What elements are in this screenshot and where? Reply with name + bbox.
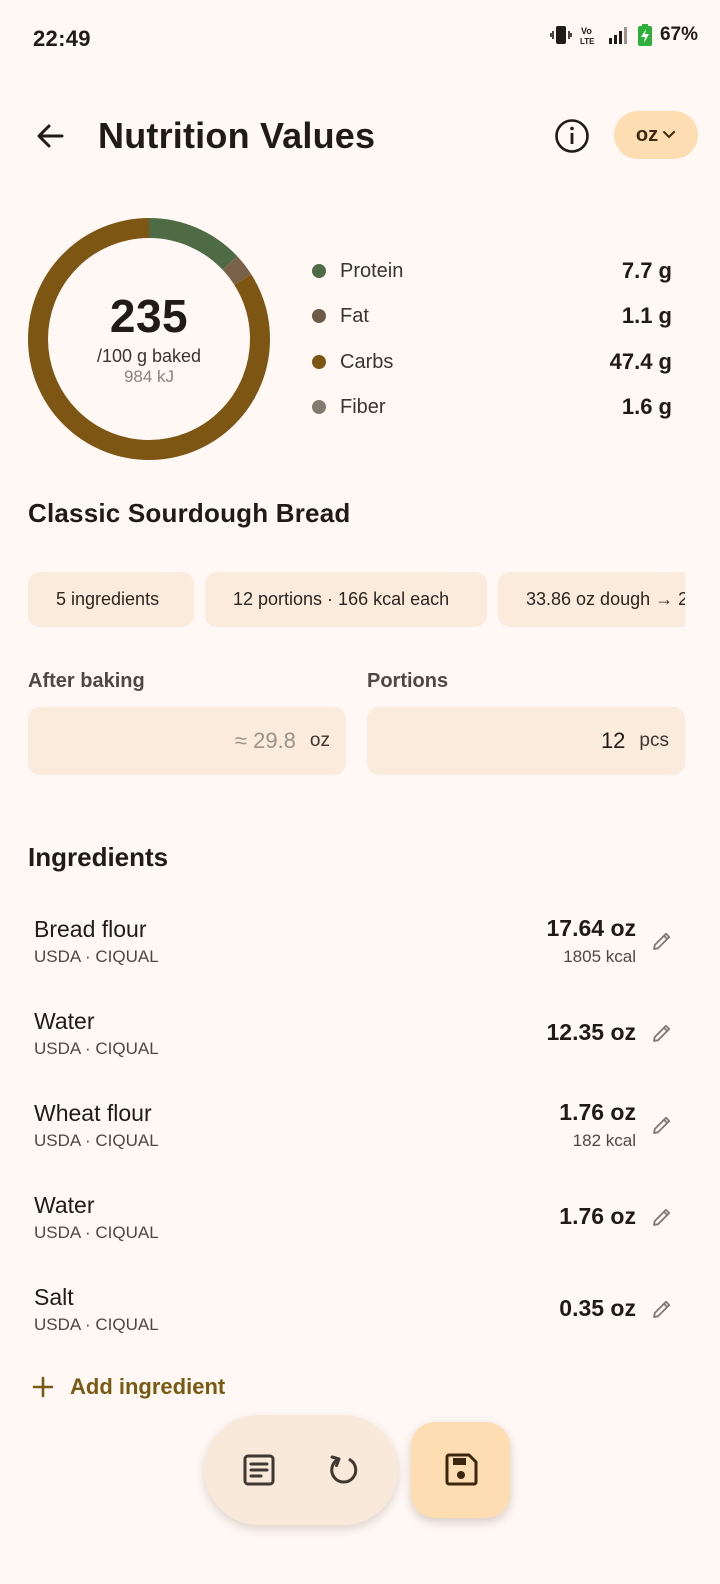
unit-selector-label: oz [635,123,659,146]
macro-value: 1.1 g [621,303,672,328]
ingredient-row[interactable]: Water USDA · CIQUAL 1.76 oz [34,1191,684,1255]
recipe-title: Classic Sourdough Bread [28,498,351,528]
chip-ingredients[interactable]: 5 ingredients [28,572,194,627]
arrow-back-icon [37,124,64,148]
portions-label: Portions [367,670,449,692]
ingredient-source: USDA · CIQUAL [34,1039,159,1058]
back-button[interactable] [26,112,74,160]
protein-dot [312,264,326,278]
ingredient-kcal: 182 kcal [572,1131,636,1150]
edit-ingredient-button[interactable] [646,1109,678,1141]
chip-portions[interactable]: 12 portions · 166 kcal each [205,572,487,627]
macro-row-fat: Fat 1.1 g [312,296,672,336]
kj-label: 984 kJ [123,367,175,386]
ingredient-row[interactable]: Bread flour USDA · CIQUAL 17.64 oz 1805 … [34,915,684,979]
ingredient-source: USDA · CIQUAL [34,947,159,966]
macro-label: Fat [340,304,369,327]
macro-label: Fiber [340,395,386,418]
macro-value: 1.6 g [621,394,672,419]
signal-icon [608,27,627,44]
per-label: /100 g baked [96,346,202,366]
edit-ingredient-button[interactable] [646,1293,678,1325]
ingredient-amount: 1.76 oz [559,1203,636,1229]
vibrate-icon [550,26,572,44]
macro-row-protein: Protein 7.7 g [312,251,672,291]
calorie-summary: 235 /100 g baked 984 kJ [27,217,271,461]
pencil-icon [653,1300,671,1318]
info-icon [555,119,589,153]
battery-icon [637,24,652,46]
after-baking-label: After baking [28,670,145,692]
battery-level: 67% [659,24,698,45]
chevron-down-icon [663,131,676,139]
refresh-icon [330,1455,358,1484]
ingredients-title: Ingredients [28,842,169,872]
carbs-dot [312,355,326,369]
ingredient-name: Bread flour [34,916,147,942]
kcal-value: 235 [109,290,189,342]
info-button[interactable] [548,112,596,160]
ingredient-amount: 0.35 oz [559,1295,636,1321]
after-baking-field[interactable]: ≈ 29.8 oz [28,707,346,775]
portions-value: 12 [600,728,626,753]
macro-value: 47.4 g [609,349,672,374]
ingredient-source: USDA · CIQUAL [34,1223,159,1242]
after-baking-unit: oz [309,730,330,751]
add-ingredient-button[interactable]: Add ingredient [32,1374,225,1400]
save-icon [445,1453,477,1486]
status-time: 22:49 [33,26,91,51]
pencil-icon [653,1024,671,1042]
add-ingredient-label: Add ingredient [70,1374,226,1399]
ingredient-name: Water [34,1008,95,1034]
svg-text:Vo: Vo [581,26,592,36]
bottom-toolbar [204,1415,398,1525]
macro-label: Protein [340,259,404,282]
ingredient-name: Wheat flour [34,1100,152,1126]
edit-ingredient-button[interactable] [646,1017,678,1049]
ingredient-amount: 1.76 oz [559,1099,636,1125]
save-button[interactable] [411,1422,510,1518]
fiber-dot [312,400,326,414]
unit-selector[interactable]: oz [614,111,698,159]
ingredient-source: USDA · CIQUAL [34,1315,159,1334]
portions-unit: pcs [639,730,669,751]
ingredient-source: USDA · CIQUAL [34,1131,159,1150]
ingredient-amount: 12.35 oz [546,1019,637,1045]
edit-ingredient-button[interactable] [646,925,678,957]
macro-row-carbs: Carbs 47.4 g [312,342,672,382]
volte-icon: VoLTE [580,26,595,46]
svg-text:LTE: LTE [580,37,595,46]
pencil-icon [653,1116,671,1134]
ingredient-name: Salt [34,1284,74,1310]
reset-button[interactable] [319,1446,367,1494]
pencil-icon [653,932,671,950]
pencil-icon [653,1208,671,1226]
ingredient-row[interactable]: Wheat flour USDA · CIQUAL 1.76 oz 182 kc… [34,1099,684,1163]
page-title: Nutrition Values [98,115,376,156]
ingredient-row[interactable]: Salt USDA · CIQUAL 0.35 oz [34,1283,684,1347]
chip-dough-weight[interactable]: 33.86 oz dough → 29.8 oz [498,572,685,627]
macro-label: Carbs [340,350,394,373]
plus-icon [32,1376,54,1398]
macro-value: 7.7 g [621,258,672,283]
notes-icon [243,1454,275,1486]
status-icons: Vo LTE 67% [550,24,698,46]
edit-ingredient-button[interactable] [646,1201,678,1233]
ingredient-kcal: 1805 kcal [563,947,636,966]
fat-dot [312,309,326,323]
after-baking-value: ≈ 29.8 [234,728,296,753]
portions-field[interactable]: 12 pcs [367,707,685,775]
macro-row-fiber: Fiber 1.6 g [312,387,672,427]
notes-button[interactable] [235,1446,283,1494]
ingredient-amount: 17.64 oz [546,915,637,941]
ingredient-name: Water [34,1192,95,1218]
recipe-chips[interactable]: 5 ingredients 12 portions · 166 kcal eac… [28,572,685,628]
ingredient-row[interactable]: Water USDA · CIQUAL 12.35 oz [34,1007,684,1071]
